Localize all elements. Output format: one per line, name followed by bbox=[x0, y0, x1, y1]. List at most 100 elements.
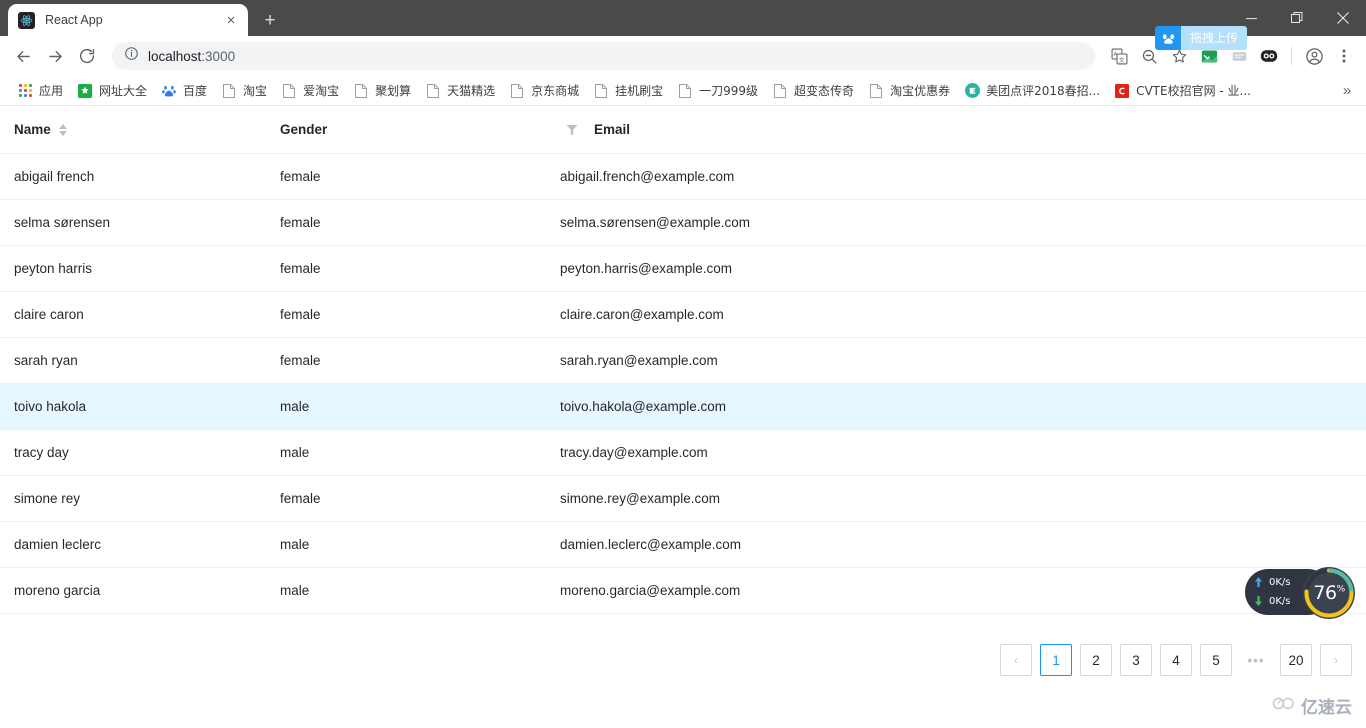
cell-gender: female bbox=[280, 291, 560, 338]
address-bar-url: localhost:3000 bbox=[148, 49, 235, 64]
bookmark-jd[interactable]: 京东商城 bbox=[502, 79, 586, 102]
forward-button[interactable] bbox=[40, 41, 70, 71]
filter-funnel-icon[interactable] bbox=[560, 124, 584, 136]
bookmark-taobaoyouhuiquan[interactable]: 淘宝优惠券 bbox=[861, 79, 957, 102]
url-host: localhost bbox=[148, 48, 202, 64]
cell-gender: female bbox=[280, 153, 560, 200]
pagination-page-2[interactable]: 2 bbox=[1080, 644, 1112, 676]
sort-caret-icon[interactable] bbox=[58, 123, 67, 136]
bookmark-baidu[interactable]: 百度 bbox=[154, 79, 214, 102]
pagination-page-5[interactable]: 5 bbox=[1200, 644, 1232, 676]
cell-name: damien leclerc bbox=[0, 521, 280, 568]
bookmark-label: 挂机刷宝 bbox=[615, 84, 664, 98]
table-row[interactable]: damien leclerc male damien.leclerc@examp… bbox=[0, 521, 1366, 568]
bookmark-label: 超变态传奇 bbox=[794, 84, 855, 98]
cell-gender: male bbox=[280, 429, 560, 476]
bookmark-aitaobao[interactable]: 爱淘宝 bbox=[274, 79, 346, 102]
table-row[interactable]: moreno garcia male moreno.garcia@example… bbox=[0, 567, 1366, 614]
bookmark-tmall[interactable]: 天猫精选 bbox=[418, 79, 502, 102]
table-row[interactable]: selma sørensen female selma.sørensen@exa… bbox=[0, 199, 1366, 246]
cell-name: abigail french bbox=[0, 153, 280, 200]
table-row[interactable]: tracy day male tracy.day@example.com bbox=[0, 429, 1366, 476]
back-button[interactable] bbox=[8, 41, 38, 71]
cell-email: peyton.harris@example.com bbox=[560, 245, 1366, 292]
bookmark-taobao[interactable]: 淘宝 bbox=[214, 79, 274, 102]
table-row[interactable]: abigail french female abigail.french@exa… bbox=[0, 153, 1366, 200]
table-row[interactable]: claire caron female claire.caron@example… bbox=[0, 291, 1366, 338]
pagination-next-button[interactable]: › bbox=[1320, 644, 1352, 676]
bookmark-label: 爱淘宝 bbox=[303, 84, 340, 98]
pagination-page-4[interactable]: 4 bbox=[1160, 644, 1192, 676]
address-bar[interactable]: localhost:3000 bbox=[112, 42, 1095, 70]
bookmark-juhuasuan[interactable]: 聚划算 bbox=[346, 79, 418, 102]
bookmark-hao123[interactable]: 网址大全 bbox=[70, 79, 154, 102]
close-icon[interactable]: × bbox=[222, 11, 240, 29]
bookmark-meituan[interactable]: 美团点评2018春招... bbox=[957, 79, 1107, 102]
table-row[interactable]: peyton harris female peyton.harris@examp… bbox=[0, 245, 1366, 292]
page-content: Name Gender Email abigail french female … bbox=[0, 106, 1366, 726]
table-row-selected[interactable]: toivo hakola male toivo.hakola@example.c… bbox=[0, 383, 1366, 430]
cell-gender: female bbox=[280, 475, 560, 522]
page-icon bbox=[281, 83, 297, 99]
window-controls bbox=[1228, 0, 1366, 36]
table-header-row: Name Gender Email bbox=[0, 106, 1366, 154]
browser-window: React App × + localhost:3000 A 文 拖拽上传 应用… bbox=[0, 0, 1366, 728]
cell-email: selma.sørensen@example.com bbox=[560, 199, 1366, 246]
bookmark-label: 应用 bbox=[39, 84, 64, 98]
table-row[interactable]: sarah ryan female sarah.ryan@example.com bbox=[0, 337, 1366, 384]
site-info-icon[interactable] bbox=[124, 46, 139, 66]
cell-name: claire caron bbox=[0, 291, 280, 338]
cell-name: sarah ryan bbox=[0, 337, 280, 384]
window-close-icon[interactable] bbox=[1320, 0, 1366, 36]
reload-button[interactable] bbox=[72, 41, 102, 71]
page-icon bbox=[353, 83, 369, 99]
profile-avatar-icon[interactable] bbox=[1300, 42, 1328, 70]
cvte-icon bbox=[1114, 83, 1130, 99]
page-icon bbox=[593, 83, 609, 99]
pagination-prev-button[interactable]: ‹ bbox=[1000, 644, 1032, 676]
chrome-menu-icon[interactable] bbox=[1330, 42, 1358, 70]
meituan-icon bbox=[964, 83, 980, 99]
bookmark-label: 淘宝 bbox=[243, 84, 268, 98]
translate-icon[interactable]: A 文 bbox=[1105, 42, 1133, 70]
cell-email: sarah.ryan@example.com bbox=[560, 337, 1366, 384]
column-header-gender[interactable]: Gender bbox=[280, 106, 560, 154]
new-tab-button[interactable]: + bbox=[256, 6, 284, 34]
column-header-email[interactable]: Email bbox=[560, 106, 1366, 154]
bookmark-yidao999[interactable]: 一刀999级 bbox=[670, 79, 765, 102]
extension-panda-icon[interactable] bbox=[1255, 42, 1283, 70]
netdisk-upload-label: 拖拽上传 bbox=[1181, 26, 1248, 50]
bookmarks-overflow-button[interactable]: » bbox=[1336, 82, 1358, 99]
pagination-ellipsis[interactable]: ••• bbox=[1240, 644, 1272, 676]
browser-tab[interactable]: React App × bbox=[8, 4, 248, 36]
bookmark-label: 京东商城 bbox=[531, 84, 580, 98]
svg-text:A: A bbox=[1113, 52, 1117, 58]
toolbar-divider bbox=[1291, 47, 1292, 65]
cell-gender: female bbox=[280, 245, 560, 292]
cell-email: tracy.day@example.com bbox=[560, 429, 1366, 476]
pagination-page-last[interactable]: 20 bbox=[1280, 644, 1312, 676]
maximize-icon[interactable] bbox=[1274, 0, 1320, 36]
cell-name: peyton harris bbox=[0, 245, 280, 292]
table-header: Name Gender Email bbox=[0, 106, 1366, 154]
pagination-page-3[interactable]: 3 bbox=[1120, 644, 1152, 676]
pagination-page-1[interactable]: 1 bbox=[1040, 644, 1072, 676]
bookmark-cvte[interactable]: CVTE校招官网 - 业... bbox=[1107, 79, 1258, 102]
baidu-paw-icon bbox=[161, 83, 177, 99]
cell-gender: female bbox=[280, 337, 560, 384]
users-table: Name Gender Email abigail french female … bbox=[0, 106, 1366, 614]
column-header-name[interactable]: Name bbox=[0, 106, 280, 154]
network-speed-widget[interactable]: 0K/s 0K/s 76% bbox=[1245, 567, 1355, 619]
bookmark-apps[interactable]: 应用 bbox=[10, 79, 70, 102]
table-row[interactable]: simone rey female simone.rey@example.com bbox=[0, 475, 1366, 522]
cell-email: abigail.french@example.com bbox=[560, 153, 1366, 200]
bookmark-guajishuabao[interactable]: 挂机刷宝 bbox=[586, 79, 670, 102]
bookmark-label: CVTE校招官网 - 业... bbox=[1136, 84, 1251, 98]
bookmark-label: 聚划算 bbox=[375, 84, 412, 98]
bookmark-chaobiantai[interactable]: 超变态传奇 bbox=[765, 79, 861, 102]
netdisk-upload-overlay[interactable]: 拖拽上传 bbox=[1155, 26, 1248, 50]
bookmark-label: 淘宝优惠券 bbox=[890, 84, 951, 98]
cell-email: damien.leclerc@example.com bbox=[560, 521, 1366, 568]
page-icon bbox=[772, 83, 788, 99]
bookmark-label: 百度 bbox=[183, 84, 208, 98]
